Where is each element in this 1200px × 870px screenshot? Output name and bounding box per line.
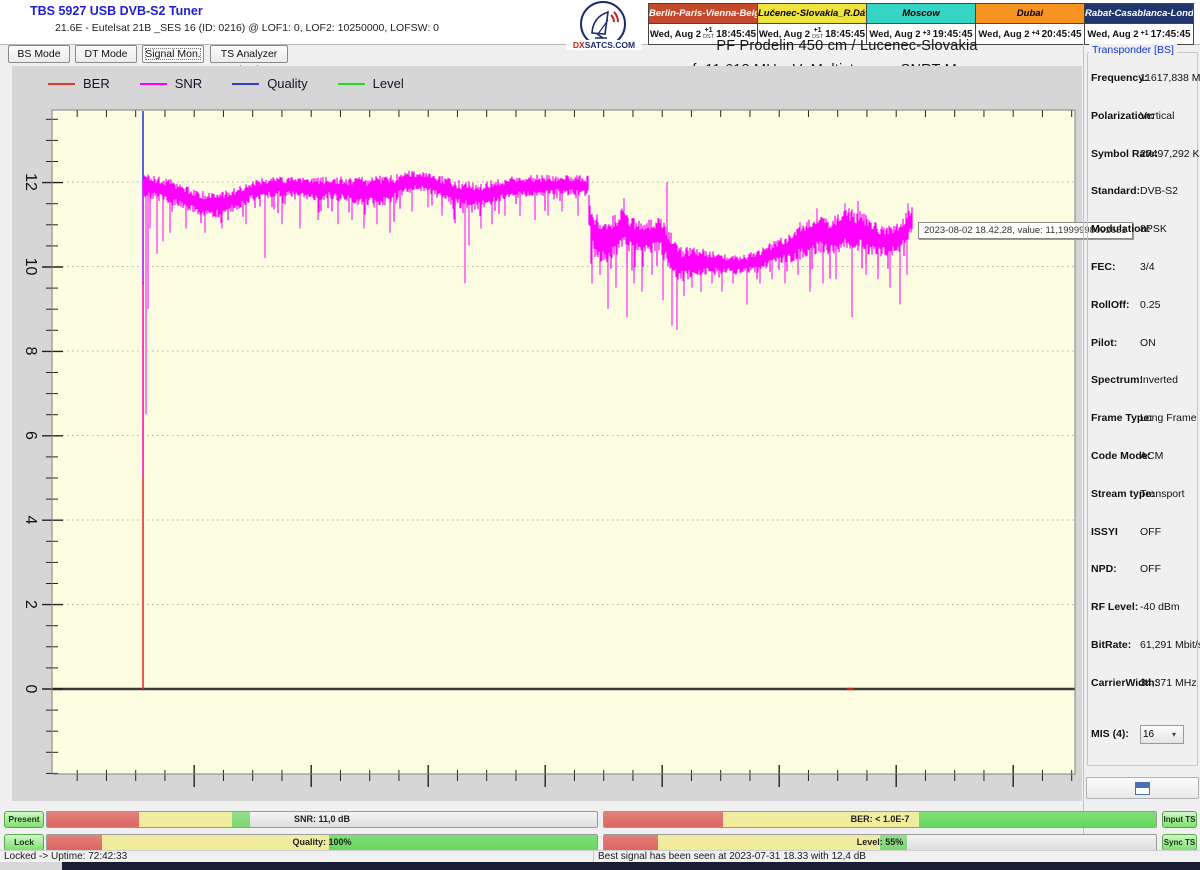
field-value: DVB-S2 (1140, 185, 1178, 197)
input-ts-button[interactable]: Input TS (1162, 811, 1197, 828)
field-value: ON (1140, 337, 1156, 349)
field-value: Inverted (1140, 374, 1178, 386)
clock-city: Berlin-Paris-Vienna-Belgrade (649, 4, 757, 24)
status-lock-uptime: Locked -> Uptime: 72:42:33 (4, 851, 127, 862)
field-label: NPD: (1091, 563, 1117, 575)
sidebar-divider (1083, 44, 1084, 850)
ts-buffer-button[interactable] (1086, 777, 1199, 799)
field-value: ACM (1140, 450, 1163, 462)
field-value: Transport (1140, 488, 1185, 500)
field-value: 11617,838 MHz (1140, 72, 1200, 84)
ber-progressbar: BER: < 1.0E-7 (603, 811, 1157, 828)
clock-city: Dubai (976, 4, 1084, 24)
field-label: Spectrum: (1091, 374, 1143, 386)
transponder-groupbox-title: Transponder [BS] (1089, 44, 1177, 56)
y-tick-label: 12 (22, 173, 39, 191)
mis-label: MIS (4): (1091, 728, 1129, 740)
field-label: Standard: (1091, 185, 1140, 197)
field-value: 8PSK (1140, 223, 1167, 235)
present-button[interactable]: Present (4, 811, 44, 828)
field-label: Pilot: (1091, 337, 1117, 349)
field-label: FEC: (1091, 261, 1116, 273)
tab-ts-analyzer-ok-[interactable]: TS Analyzer (OK) (210, 45, 288, 63)
y-tick-label: 10 (22, 258, 39, 276)
field-value: Long Frame (1140, 412, 1197, 424)
field-value: 0.25 (1140, 299, 1160, 311)
field-value: OFF (1140, 526, 1161, 538)
taskbar-edge (62, 862, 1200, 870)
status-best-signal: Best signal has been seen at 2023-07-31 … (598, 851, 866, 862)
y-tick-label: 2 (22, 600, 39, 609)
y-tick-label: 8 (22, 347, 39, 356)
field-value: 27497,292 KS/s (1140, 148, 1200, 160)
quality-progressbar: Quality: 100% (46, 834, 598, 851)
signal-monitor-chart[interactable]: 0 2 4 6 8 10 12 (12, 66, 1082, 801)
snr-progressbar: SNR: 11,0 dB (46, 811, 598, 828)
lock-button[interactable]: Lock (4, 834, 44, 851)
field-value: -40 dBm (1140, 601, 1180, 613)
bar-label: SNR: 11,0 dB (47, 812, 597, 827)
bar-label: BER: < 1.0E-7 (604, 812, 1156, 827)
field-value: 34,371 MHz (1140, 677, 1197, 689)
ber-blip (847, 688, 853, 690)
field-value: Vertical (1140, 110, 1174, 122)
tab-dt-mode[interactable]: DT Mode (75, 45, 137, 63)
y-tick-label: 0 (22, 685, 39, 694)
clock-city: Moscow (867, 4, 975, 24)
tab-bs-mode[interactable]: BS Mode (8, 45, 70, 63)
field-value: 3/4 (1140, 261, 1155, 273)
app-window: TBS 5927 USB DVB-S2 Tuner 21.6E - Eutels… (0, 0, 1200, 870)
mis-dropdown[interactable]: 16 (1140, 725, 1184, 744)
bar-label: Quality: 100% (47, 835, 597, 850)
field-value: 61,291 Mbit/s (1140, 639, 1200, 651)
clock-city: Lučenec-Slovakia_R.Dávid (758, 4, 866, 24)
y-tick-label: 6 (22, 431, 39, 440)
window-stack-icon (1135, 782, 1150, 795)
field-label: RF Level: (1091, 601, 1138, 613)
sync-ts-button[interactable]: Sync TS (1162, 834, 1197, 851)
field-label: RollOff: (1091, 299, 1130, 311)
y-tick-label: 4 (22, 516, 39, 525)
taskbar-corner (0, 862, 62, 870)
statusbar-divider (593, 851, 594, 862)
level-progressbar: Level: 55% (603, 834, 1157, 851)
field-value: OFF (1140, 563, 1161, 575)
field-label: ISSYI (1091, 526, 1118, 538)
clock-city: Rabat-Casablanca-London (1085, 4, 1193, 24)
window-title: TBS 5927 USB DVB-S2 Tuner (30, 4, 203, 18)
field-label: BitRate: (1091, 639, 1131, 651)
tuner-subtitle: 21.6E - Eutelsat 21B _SES 16 (ID: 0216) … (55, 22, 439, 34)
bar-label: Level: 55% (604, 835, 1156, 850)
tab-signal-mon-[interactable]: Signal Mon. (142, 45, 204, 63)
